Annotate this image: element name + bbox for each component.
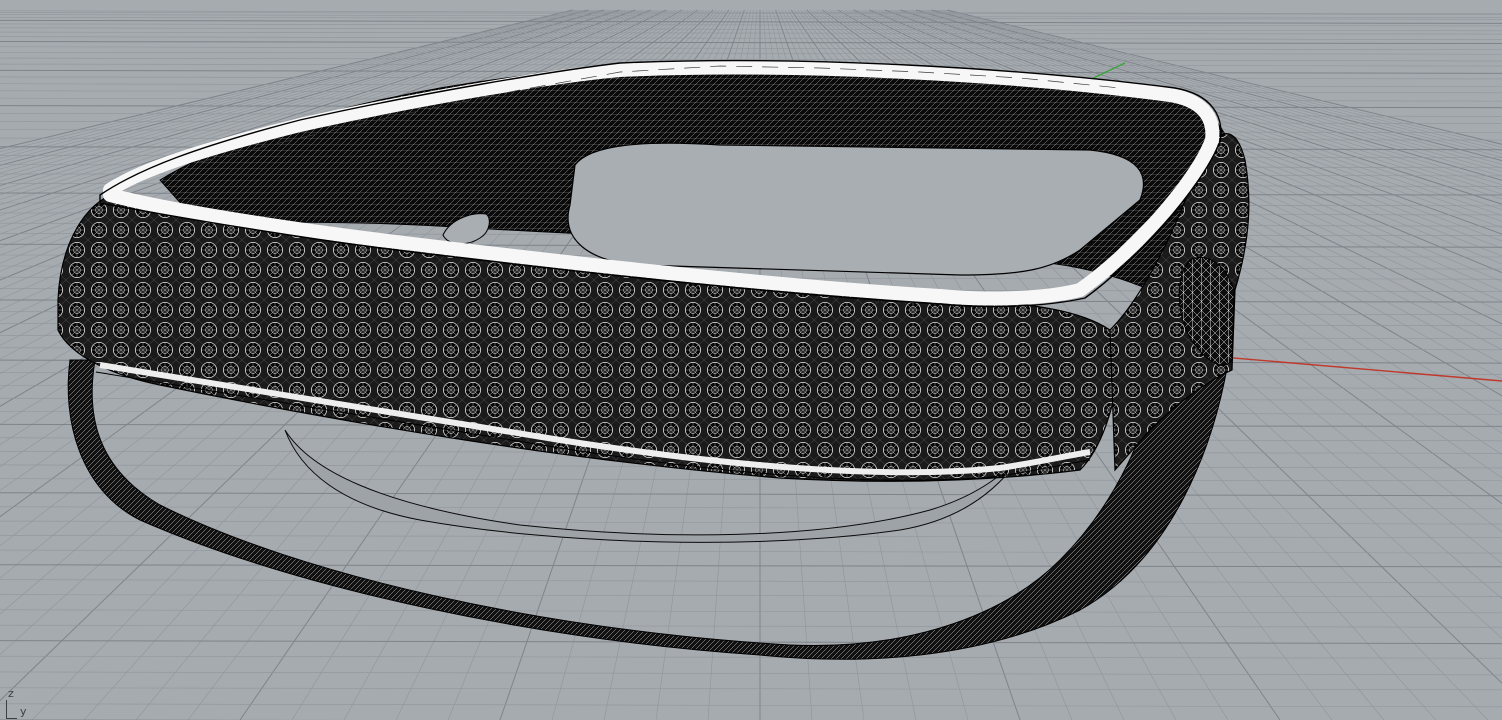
- perspective-viewport[interactable]: z y: [0, 0, 1502, 720]
- axis-z-label: z: [8, 687, 14, 700]
- grid-line: [0, 478, 1502, 482]
- axis-indicator-corner: [6, 700, 17, 719]
- grid-line: [0, 41, 1502, 45]
- grid-line: [0, 655, 1502, 659]
- grid-line: [0, 520, 1502, 525]
- axis-indicator-widget: z y: [2, 686, 42, 720]
- grid-line: [0, 671, 1502, 676]
- grid-line: [0, 687, 1502, 691]
- viewport-scene[interactable]: [0, 0, 1502, 720]
- grid-line: [0, 564, 1502, 568]
- grid-line: [0, 492, 1502, 497]
- grid-line: [0, 609, 1502, 614]
- grid-line: [0, 23, 1502, 27]
- grid-line: [0, 16, 1502, 20]
- grid-line: [0, 624, 1502, 628]
- grid-line: [0, 703, 1502, 708]
- grid-line: [0, 594, 1502, 597]
- grid-line: [0, 14, 1502, 18]
- grid-line: [0, 51, 1502, 55]
- axis-y-label: y: [20, 705, 27, 718]
- grid-line: [0, 579, 1502, 583]
- screen-opening: [567, 142, 1145, 276]
- grid-line: [0, 19, 1502, 24]
- grid-line: [0, 31, 1502, 35]
- grid-line: [0, 506, 1502, 510]
- grid-line: [0, 36, 1502, 40]
- watch-case-mesh[interactable]: [57, 59, 1250, 660]
- grid-line: [0, 46, 1502, 51]
